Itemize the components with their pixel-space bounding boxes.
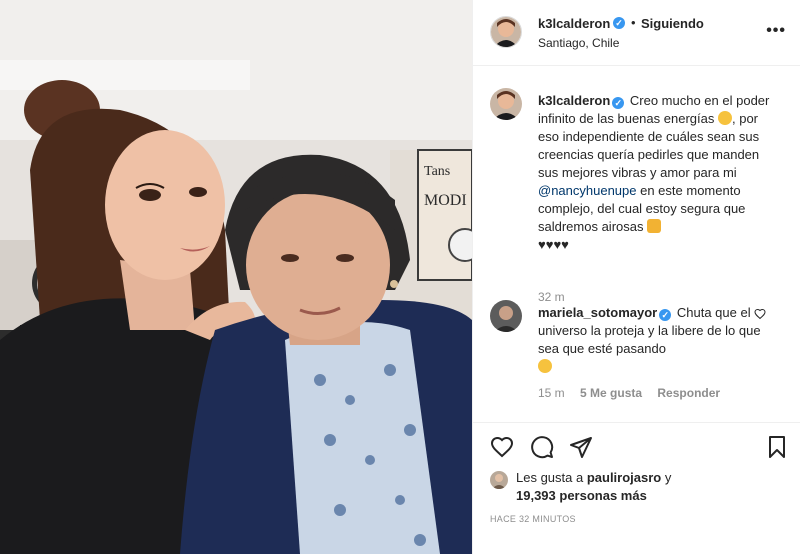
comment-icon[interactable] <box>530 435 554 459</box>
caption-author-avatar[interactable] <box>490 88 522 120</box>
comment-text: mariela_sotomayor ✓ Chuta que el universo… <box>538 304 770 376</box>
caption: k3lcalderon ✓ Creo mucho en el poder infi… <box>490 88 790 304</box>
comment-time[interactable]: 15 m <box>538 386 565 400</box>
praying-face-emoji-icon <box>717 111 732 125</box>
verified-badge-icon: ✓ <box>612 97 625 109</box>
post-photo[interactable]: Tans MODI <box>0 0 472 554</box>
caption-text: k3lcalderon ✓ Creo mucho en el poder infi… <box>538 92 770 254</box>
comments-section[interactable]: k3lcalderon ✓ Creo mucho en el poder infi… <box>473 66 800 422</box>
svg-text:Tans: Tans <box>424 164 450 179</box>
hearts-emoji: ♥♥♥♥ <box>538 237 569 252</box>
verified-badge-icon: ✓ <box>613 17 625 29</box>
following-button[interactable]: Siguiendo <box>641 16 704 31</box>
author-username[interactable]: k3lcalderon <box>538 16 610 31</box>
more-options-icon[interactable]: ••• <box>766 23 786 39</box>
verified-badge-icon: ✓ <box>659 309 672 321</box>
comment-item: mariela_sotomayor ✓ Chuta que el universo… <box>490 300 790 400</box>
svg-text:MODI: MODI <box>424 192 467 209</box>
post-header: k3lcalderon ✓ • Siguiendo Santiago, Chil… <box>473 0 800 66</box>
comment-like-heart-icon[interactable] <box>754 308 766 320</box>
author-avatar[interactable] <box>490 16 522 48</box>
mention-link[interactable]: @nancyhuenupe <box>538 183 637 198</box>
likes-prefix: Les gusta a <box>516 470 587 485</box>
liker-username[interactable]: paulirojasro <box>587 470 661 485</box>
separator-dot: • <box>631 15 636 30</box>
commenter-username[interactable]: mariela_sotomayor <box>538 305 657 320</box>
reply-button[interactable]: Responder <box>657 386 720 400</box>
bookmark-icon[interactable] <box>765 435 789 459</box>
kissing-face-emoji-icon <box>538 359 552 373</box>
post-location[interactable]: Santiago, Chile <box>538 36 619 50</box>
likes-text: Les gusta a paulirojasro y 19,393 person… <box>516 469 776 505</box>
likes-connector: y <box>661 470 672 485</box>
caption-username[interactable]: k3lcalderon <box>538 93 610 108</box>
comment-meta: 15 m 5 Me gusta Responder <box>538 386 732 400</box>
comment-likes[interactable]: 5 Me gusta <box>580 386 642 400</box>
heart-icon[interactable] <box>490 435 514 459</box>
commenter-avatar[interactable] <box>490 300 522 332</box>
share-icon[interactable] <box>569 435 593 459</box>
actions-bar: Les gusta a paulirojasro y 19,393 person… <box>473 422 800 554</box>
flexed-biceps-emoji-icon <box>647 219 662 233</box>
liker-avatar[interactable] <box>490 471 508 489</box>
post-details-panel: k3lcalderon ✓ • Siguiendo Santiago, Chil… <box>472 0 800 554</box>
post-timestamp[interactable]: HACE 32 MINUTOS <box>490 514 576 524</box>
likes-count[interactable]: 19,393 personas más <box>516 488 647 503</box>
